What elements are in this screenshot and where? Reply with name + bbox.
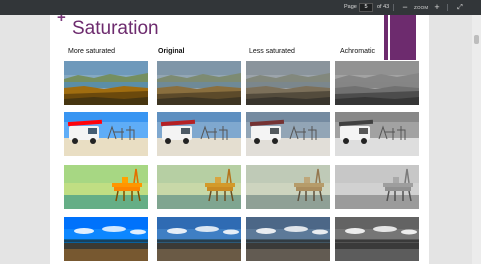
column-header-original: Original bbox=[158, 48, 185, 55]
column-header-less-saturated: Less saturated bbox=[249, 48, 295, 55]
vertical-scrollbar[interactable] bbox=[472, 15, 481, 264]
photo-oil-platform-less-saturated bbox=[246, 165, 330, 209]
photo-white-van-on-beach-achromatic bbox=[335, 112, 419, 156]
page-number-input[interactable] bbox=[359, 3, 373, 12]
scrollbar-thumb[interactable] bbox=[474, 35, 479, 44]
photo-pier-and-sky-less-saturated bbox=[246, 217, 330, 261]
photo-pier-and-sky-original bbox=[157, 217, 241, 261]
photo-oil-platform-original bbox=[157, 165, 241, 209]
expand-icon[interactable]: ⤢ bbox=[455, 0, 465, 15]
photo-oil-platform-more-saturated bbox=[64, 165, 148, 209]
column-header-more-saturated: More saturated bbox=[68, 48, 116, 55]
photo-white-van-on-beach-more-saturated bbox=[64, 112, 148, 156]
plus-icon[interactable]: + bbox=[432, 0, 442, 15]
photo-white-van-on-beach-less-saturated bbox=[246, 112, 330, 156]
page-label: Page bbox=[344, 4, 357, 10]
photo-coastal-landscape-more-saturated bbox=[64, 61, 148, 105]
accent-bar bbox=[390, 15, 416, 60]
photo-pier-and-sky-achromatic bbox=[335, 217, 419, 261]
slide-title: Saturation bbox=[72, 18, 159, 39]
toolbar-divider bbox=[447, 4, 448, 11]
photo-pier-and-sky-more-saturated bbox=[64, 217, 148, 261]
column-header-achromatic: Achromatic bbox=[340, 48, 376, 55]
photo-coastal-landscape-original bbox=[157, 61, 241, 105]
toolbar-divider bbox=[393, 4, 394, 11]
zoom-label: ZOOM bbox=[414, 5, 429, 10]
slide-decoration-mark: + bbox=[57, 15, 66, 26]
slide-page: + Saturation More saturated Original Les… bbox=[50, 15, 429, 264]
page-count: of 43 bbox=[377, 4, 390, 10]
photo-coastal-landscape-less-saturated bbox=[246, 61, 330, 105]
minus-icon[interactable]: − bbox=[400, 0, 410, 15]
photo-oil-platform-achromatic bbox=[335, 165, 419, 209]
photo-coastal-landscape-achromatic bbox=[335, 61, 419, 105]
photo-white-van-on-beach-original bbox=[157, 112, 241, 156]
accent-bar bbox=[384, 15, 388, 60]
pdf-toolbar: Page of 43 − ZOOM + ⤢ bbox=[0, 0, 481, 15]
